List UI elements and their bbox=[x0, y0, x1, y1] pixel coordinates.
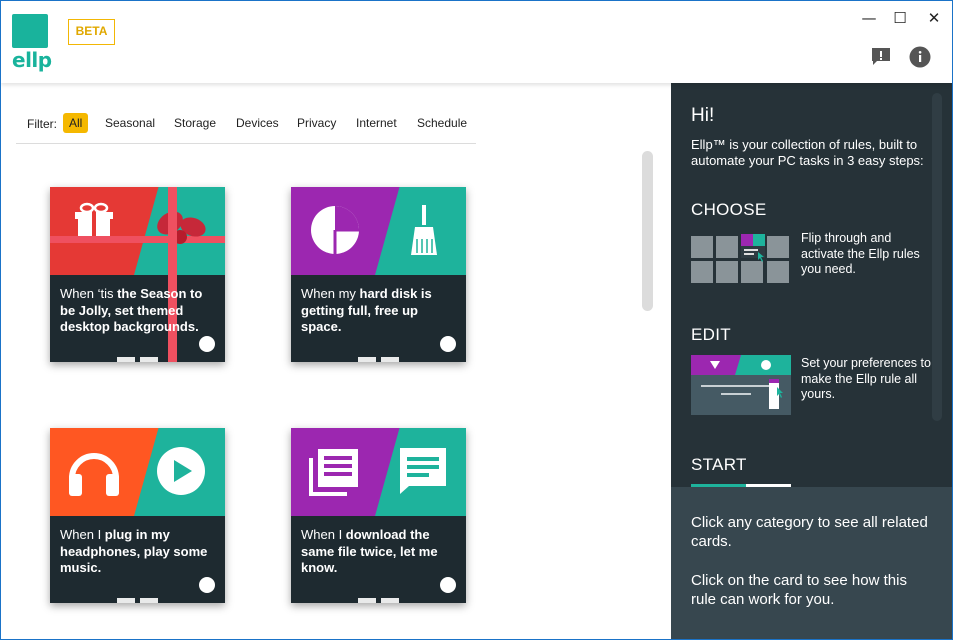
card-notch bbox=[381, 598, 399, 603]
info-icon[interactable] bbox=[909, 46, 931, 68]
help-text-card: Click on the card to see how this rule c… bbox=[691, 572, 907, 608]
step-choose-desc: Flip through and activate the Ellp rules… bbox=[801, 231, 920, 276]
filter-chip-privacy[interactable]: Privacy bbox=[296, 113, 337, 133]
card-notch bbox=[358, 598, 376, 603]
help-panel: Click any category to see all related ca… bbox=[671, 487, 952, 639]
filter-label: Filter: bbox=[27, 117, 57, 131]
cards-scrollbar[interactable] bbox=[642, 151, 653, 311]
card-illustration bbox=[50, 187, 225, 275]
play-icon bbox=[157, 447, 205, 495]
rule-card-storage[interactable]: When my hard disk is getting full, free … bbox=[291, 187, 466, 362]
edit-illustration bbox=[691, 355, 791, 415]
minimize-button[interactable]: — bbox=[860, 9, 878, 27]
logo-text: ellp bbox=[12, 48, 52, 72]
card-toggle[interactable] bbox=[440, 336, 456, 352]
beta-badge: BETA bbox=[68, 19, 115, 45]
step-start-title: START bbox=[691, 455, 747, 474]
pie-chart-icon bbox=[311, 206, 359, 254]
card-notch bbox=[140, 598, 158, 603]
card-illustration bbox=[291, 187, 466, 275]
filter-chip-devices[interactable]: Devices bbox=[235, 113, 280, 133]
rule-card-internet[interactable]: When I download the same file twice, let… bbox=[291, 428, 466, 603]
filter-chip-storage[interactable]: Storage bbox=[173, 113, 217, 133]
logo-mark bbox=[12, 14, 48, 48]
help-text-category: Click any category to see all related ca… bbox=[691, 514, 928, 550]
card-text-pre: When I bbox=[60, 527, 105, 542]
card-text-pre: When ‘tis bbox=[60, 286, 118, 301]
app-header: ellp BETA — ☐ ✕ bbox=[1, 1, 952, 83]
close-button[interactable]: ✕ bbox=[925, 9, 943, 27]
rule-card-devices[interactable]: When I plug in my headphones, play some … bbox=[50, 428, 225, 603]
ribbon bbox=[168, 187, 177, 362]
card-illustration bbox=[50, 428, 225, 516]
step-choose-title: CHOOSE bbox=[691, 200, 767, 219]
card-toggle[interactable] bbox=[199, 336, 215, 352]
card-notch bbox=[140, 357, 158, 362]
filter-chip-internet[interactable]: Internet bbox=[355, 113, 398, 133]
onboarding-panel: Hi! Ellp™ is your collection of rules, b… bbox=[671, 83, 952, 487]
maximize-button[interactable]: ☐ bbox=[891, 9, 909, 27]
gift-icon bbox=[75, 202, 113, 238]
rule-card-seasonal[interactable]: When ‘tis the Season to be Jolly, set th… bbox=[50, 187, 225, 362]
choose-illustration bbox=[691, 234, 789, 283]
feedback-icon[interactable] bbox=[870, 46, 892, 68]
card-notch bbox=[117, 598, 135, 603]
filter-bar: Filter: All Seasonal Storage Devices Pri… bbox=[16, 109, 476, 144]
card-notch bbox=[117, 357, 135, 362]
filter-chip-all[interactable]: All bbox=[63, 113, 89, 133]
card-toggle[interactable] bbox=[440, 577, 456, 593]
document-list-icon bbox=[309, 449, 358, 496]
step-edit-title: EDIT bbox=[691, 325, 731, 344]
broom-icon bbox=[411, 205, 437, 255]
card-notch bbox=[358, 357, 376, 362]
ellp-logo: ellp bbox=[12, 14, 52, 72]
chat-icon bbox=[400, 448, 446, 494]
filter-chip-seasonal[interactable]: Seasonal bbox=[104, 113, 156, 133]
panel-scrollbar[interactable] bbox=[932, 93, 942, 421]
app-window: ellp BETA — ☐ ✕ Filter: All Seasonal Sto… bbox=[0, 0, 953, 640]
card-toggle[interactable] bbox=[199, 577, 215, 593]
card-text-pre: When my bbox=[301, 286, 360, 301]
card-text-pre: When I bbox=[301, 527, 346, 542]
card-illustration bbox=[291, 428, 466, 516]
step-edit-desc: Set your preferences to make the Ellp ru… bbox=[801, 356, 931, 401]
headphones-icon bbox=[69, 453, 119, 496]
panel-greeting: Hi! bbox=[691, 105, 715, 126]
filter-chip-schedule[interactable]: Schedule bbox=[416, 113, 468, 133]
card-notch bbox=[381, 357, 399, 362]
panel-intro: Ellp™ is your collection of rules, built… bbox=[691, 137, 924, 168]
